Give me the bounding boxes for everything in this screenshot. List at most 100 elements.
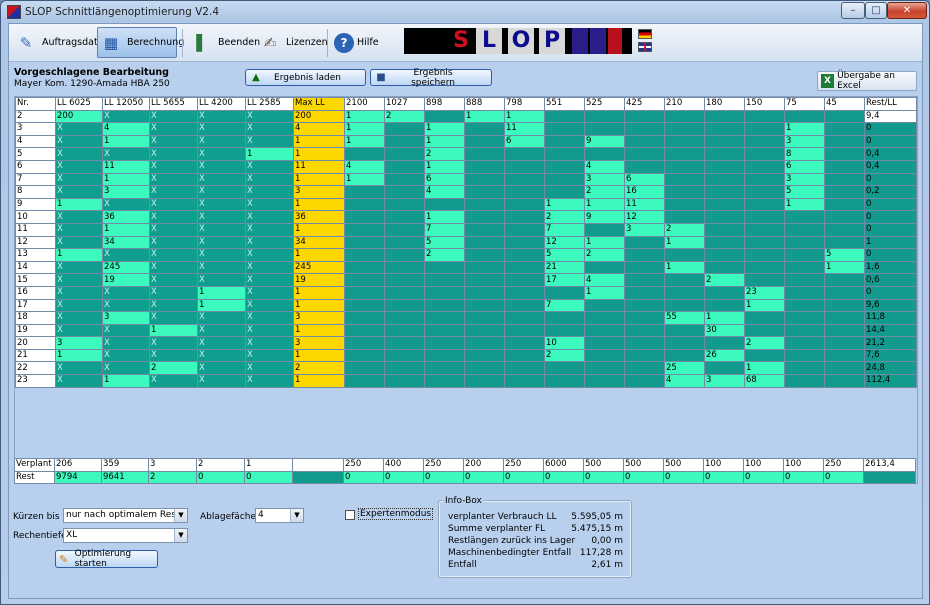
table-cell[interactable] [384,285,425,300]
table-cell[interactable] [784,248,825,262]
table-cell[interactable] [744,248,785,262]
table-cell[interactable]: X [197,336,246,350]
table-cell[interactable]: 6 [784,159,825,174]
table-cell[interactable] [704,109,745,124]
table-cell[interactable] [824,222,865,237]
table-cell[interactable] [664,185,705,199]
table-cell[interactable] [744,122,785,136]
table-cell[interactable] [384,348,425,363]
table-cell[interactable]: 4 [293,122,345,136]
table-cell[interactable]: X [197,323,246,338]
table-cell[interactable]: 1 [584,285,625,300]
table-cell[interactable]: 18 [15,311,56,325]
table-cell[interactable]: 2 [544,348,585,363]
column-header[interactable]: LL 12050 [102,97,150,111]
table-cell[interactable] [624,109,665,124]
table-cell[interactable] [704,336,745,350]
table-cell[interactable] [464,197,505,212]
experten-label[interactable]: Expertenmodus [358,508,434,520]
table-cell[interactable] [624,122,665,136]
load-result-button[interactable]: ▲ Ergebnis laden [245,69,366,86]
table-cell[interactable] [544,147,585,161]
table-cell[interactable] [584,260,625,275]
table-cell[interactable] [504,311,545,325]
table-cell[interactable]: 2 [15,109,56,124]
table-cell[interactable]: 2 [384,109,425,124]
table-cell[interactable] [744,311,785,325]
table-cell[interactable] [544,323,585,338]
table-cell[interactable] [584,222,625,237]
table-cell[interactable]: X [149,134,198,149]
chevron-down-icon[interactable]: ▼ [174,529,187,542]
table-cell[interactable]: 1 [293,134,345,149]
table-cell[interactable]: 34 [293,235,345,250]
table-cell[interactable] [624,248,665,262]
table-cell[interactable] [624,361,665,376]
table-cell[interactable]: X [149,222,198,237]
column-header[interactable]: Max LL [293,97,345,111]
table-cell[interactable] [384,222,425,237]
table-cell[interactable] [664,109,705,124]
table-cell[interactable]: 0 [864,222,917,237]
table-cell[interactable]: X [149,298,198,313]
table-cell[interactable]: 2 [664,222,705,237]
table-cell[interactable]: 36 [293,210,345,224]
table-cell[interactable]: 23 [744,285,785,300]
table-cell[interactable] [344,222,385,237]
table-cell[interactable]: 3 [293,311,345,325]
table-cell[interactable] [344,323,385,338]
table-cell[interactable] [384,235,425,250]
table-cell[interactable] [824,210,865,224]
maximize-button[interactable]: □ [865,2,887,19]
table-cell[interactable] [664,172,705,187]
table-cell[interactable]: X [245,185,294,199]
table-cell[interactable]: 200 [293,109,345,124]
table-cell[interactable] [824,323,865,338]
table-cell[interactable]: X [149,159,198,174]
table-cell[interactable]: X [55,185,103,199]
german-flag-icon[interactable] [638,29,652,39]
table-cell[interactable]: 3 [584,172,625,187]
table-cell[interactable] [344,361,385,376]
table-cell[interactable] [384,122,425,136]
table-cell[interactable]: 25 [664,361,705,376]
table-cell[interactable]: 7,6 [864,348,917,363]
table-cell[interactable]: 1,6 [864,260,917,275]
table-cell[interactable] [464,273,505,287]
column-header[interactable]: LL 2585 [245,97,294,111]
table-row[interactable]: 4X1XXX1116930 [15,134,917,149]
table-cell[interactable]: 0 [864,248,917,262]
table-cell[interactable]: X [149,260,198,275]
table-cell[interactable]: 1 [864,235,917,250]
table-cell[interactable] [784,336,825,350]
table-cell[interactable] [464,159,505,174]
table-cell[interactable] [784,235,825,250]
table-cell[interactable]: 9,6 [864,298,917,313]
table-row[interactable]: 8 X 3 X X X 3 4 2 16 5 0,2 [15,185,917,199]
table-cell[interactable]: 1 [55,197,103,212]
table-cell[interactable]: X [245,374,294,388]
ablage-select[interactable]: 4 ▼ [255,508,304,523]
lizenzen-button[interactable]: ✍ Lizenzen [257,27,328,58]
column-header[interactable]: 210 [664,97,705,111]
column-header[interactable]: 1027 [384,97,425,111]
table-cell[interactable]: 3 [784,172,825,187]
table-cell[interactable]: X [197,374,246,388]
column-header[interactable]: 150 [744,97,785,111]
table-row[interactable]: 10 X 36 X X X 36 1 2 9 12 0 [15,210,917,224]
table-cell[interactable] [624,336,665,350]
table-cell[interactable]: 245 [293,260,345,275]
table-row[interactable]: 23 X 1 X X X 1 4 3 68 112,4 [15,374,917,388]
table-cell[interactable]: X [197,147,246,161]
table-cell[interactable] [464,361,505,376]
table-cell[interactable] [744,210,785,224]
table-cell[interactable] [704,122,745,136]
table-cell[interactable] [824,311,865,325]
table-cell[interactable]: 10 [15,210,56,224]
table-cell[interactable] [504,298,545,313]
table-cell[interactable] [344,348,385,363]
table-cell[interactable] [624,260,665,275]
table-cell[interactable]: X [245,285,294,300]
table-cell[interactable]: X [197,134,246,149]
table-cell[interactable]: 1 [293,374,345,388]
